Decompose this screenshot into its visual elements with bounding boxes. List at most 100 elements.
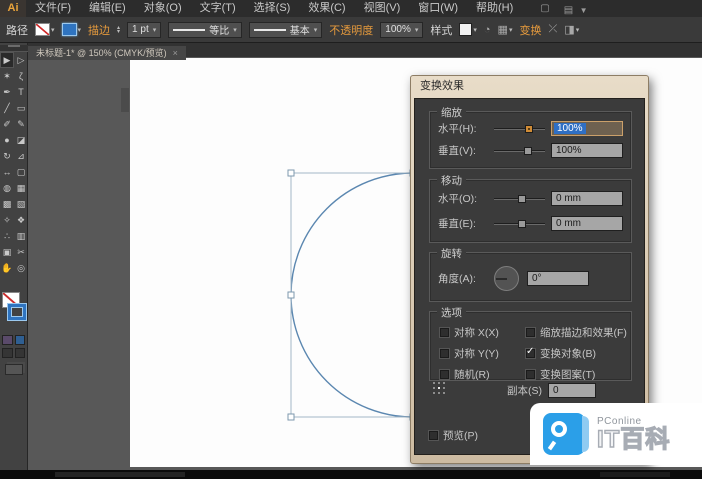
more-options-menu[interactable]: ◨ ▾ xyxy=(564,23,579,36)
profile-line-icon xyxy=(173,29,205,31)
checkbox-scale-strokes[interactable]: 缩放描边和效果(F) xyxy=(526,322,631,343)
menu-effect[interactable]: 效果(C) xyxy=(299,0,354,17)
slider-handle[interactable] xyxy=(518,195,526,203)
hand-tool[interactable]: ✋ xyxy=(0,260,14,276)
checkbox-label: 对称 X(X) xyxy=(454,325,499,340)
align-menu[interactable]: ▦ ▾ xyxy=(498,23,513,36)
pen-tool[interactable]: ✒ xyxy=(0,84,14,100)
perspective-grid-tool[interactable]: ▦ xyxy=(14,180,28,196)
checkbox-reflect-y[interactable]: 对称 Y(Y) xyxy=(440,343,526,364)
eraser-tool[interactable]: ◪ xyxy=(14,132,28,148)
scale-vertical-slider[interactable] xyxy=(494,146,545,156)
artboard-tool[interactable]: ▣ xyxy=(0,244,14,260)
copies-field[interactable]: 0 xyxy=(548,383,596,398)
menu-select[interactable]: 选择(S) xyxy=(245,0,300,17)
checkbox-label: 变换图案(T) xyxy=(540,367,595,382)
fill-color-picker[interactable]: ▾ xyxy=(35,23,55,36)
move-legend: 移动 xyxy=(437,173,466,188)
move-horizontal-slider[interactable] xyxy=(494,194,545,204)
menu-file[interactable]: 文件(F) xyxy=(26,0,80,17)
isolate-icon[interactable]: ⤫ xyxy=(548,23,557,36)
opacity-combo[interactable]: 100% ▾ xyxy=(380,22,423,38)
angle-field[interactable]: 0° xyxy=(527,271,589,286)
stroke-panel-link[interactable]: 描边 xyxy=(88,22,110,38)
move-horizontal-field[interactable]: 0 mm xyxy=(551,191,623,206)
scale-vertical-field[interactable]: 100% xyxy=(551,143,623,158)
preview-label: 预览(P) xyxy=(443,428,478,443)
document-tab[interactable]: 未标题-1* @ 150% (CMYK/预览) × xyxy=(28,46,186,60)
taskbar-segment xyxy=(600,472,670,477)
menu-type[interactable]: 文字(T) xyxy=(191,0,245,17)
type-tool[interactable]: T xyxy=(14,84,28,100)
workspace-switcher[interactable]: ▤ ▼ xyxy=(564,0,588,18)
tools-panel: ▶▷✶ζ✒T╱▭✐✎●◪↻⊿↔▢◍▦▩▧✧❖∴▥▣✂✋◎ xyxy=(0,43,28,470)
stroke-color-picker[interactable]: ▾ xyxy=(62,23,82,36)
transform-panel-link[interactable]: 变换 xyxy=(519,22,541,38)
menu-edit[interactable]: 编辑(E) xyxy=(80,0,135,17)
scale-horizontal-field[interactable]: 100% xyxy=(551,121,623,136)
rectangle-tool[interactable]: ▭ xyxy=(14,100,28,116)
magnifier-icon xyxy=(551,421,567,437)
slider-handle[interactable] xyxy=(524,147,532,155)
gradient-mode-button[interactable] xyxy=(15,335,26,345)
recolor-artwork-icon[interactable]: ◔ xyxy=(484,24,491,36)
free-transform-tool[interactable]: ▢ xyxy=(14,164,28,180)
menu-help[interactable]: 帮助(H) xyxy=(467,0,522,17)
style-picker[interactable]: ▾ xyxy=(459,23,477,36)
eyedropper-tool[interactable]: ✧ xyxy=(0,212,14,228)
gradient-tool[interactable]: ▧ xyxy=(14,196,28,212)
direct-selection-tool[interactable]: ▷ xyxy=(14,52,28,68)
checkbox-transform-objects[interactable]: ✓ 变换对象(B) xyxy=(526,343,631,364)
slider-handle[interactable] xyxy=(525,125,533,133)
selection-tool[interactable]: ▶ xyxy=(0,52,14,68)
none-mode-button[interactable] xyxy=(2,348,13,358)
width-tool[interactable]: ↔ xyxy=(0,164,14,180)
paintbrush-tool[interactable]: ✐ xyxy=(0,116,14,132)
blend-tool[interactable]: ❖ xyxy=(14,212,28,228)
stroke-proxy-active[interactable] xyxy=(8,304,26,320)
slice-tool[interactable]: ✂ xyxy=(14,244,28,260)
profile-label: 等比 xyxy=(209,22,229,37)
panel-collapse-grip[interactable] xyxy=(0,45,28,52)
brush-definition-combo[interactable]: 基本 ▾ xyxy=(249,22,323,38)
width-profile-combo[interactable]: 等比 ▾ xyxy=(168,22,242,38)
stroke-weight-stepper[interactable]: ▴▾ xyxy=(117,26,120,34)
scale-tool[interactable]: ⊿ xyxy=(14,148,28,164)
brush-label: 基本 xyxy=(290,22,310,37)
magic-wand-tool[interactable]: ✶ xyxy=(0,68,14,84)
menu-window[interactable]: 窗口(W) xyxy=(409,0,467,17)
rotate-tool[interactable]: ↻ xyxy=(0,148,14,164)
checkbox-transform-patterns[interactable]: 变换图案(T) xyxy=(526,364,631,385)
zoom-tool[interactable]: ◎ xyxy=(14,260,28,276)
color-mode-button[interactable] xyxy=(2,335,13,345)
checkbox-reflect-x[interactable]: 对称 X(X) xyxy=(440,322,526,343)
preview-checkbox[interactable]: 预览(P) xyxy=(429,428,478,443)
menu-view[interactable]: 视图(V) xyxy=(355,0,410,17)
lasso-tool[interactable]: ζ xyxy=(14,68,28,84)
screen-mode-button[interactable] xyxy=(5,364,23,375)
opacity-panel-link[interactable]: 不透明度 xyxy=(329,22,373,38)
angle-dial[interactable] xyxy=(494,266,519,291)
angle-label: 角度(A): xyxy=(438,271,494,286)
symbol-sprayer-tool[interactable]: ∴ xyxy=(0,228,14,244)
pencil-tool[interactable]: ✎ xyxy=(14,116,28,132)
move-vertical-field[interactable]: 0 mm xyxy=(551,216,623,231)
drawing-mode-button[interactable] xyxy=(15,348,26,358)
menu-object[interactable]: 对象(O) xyxy=(135,0,191,17)
dialog-title[interactable]: 变换效果 xyxy=(411,76,648,97)
checkbox-random[interactable]: 随机(R) xyxy=(440,364,526,385)
control-bar: 路径 ▾ ▾ 描边 ▴▾ 1 pt ▾ 等比 ▾ 基本 ▾ 不透明度 100% … xyxy=(0,17,702,43)
move-group: 移动 水平(O): 0 mm 垂直(E): 0 mm xyxy=(429,179,632,243)
scale-legend: 缩放 xyxy=(437,105,466,120)
shape-builder-tool[interactable]: ◍ xyxy=(0,180,14,196)
mesh-tool[interactable]: ▩ xyxy=(0,196,14,212)
scale-horizontal-slider[interactable] xyxy=(494,124,545,134)
stroke-weight-combo[interactable]: 1 pt ▾ xyxy=(127,22,161,38)
slider-handle[interactable] xyxy=(518,220,526,228)
move-vertical-slider[interactable] xyxy=(494,219,545,229)
close-icon[interactable]: × xyxy=(173,48,178,58)
arrange-documents-icon[interactable]: ▢ xyxy=(540,3,549,14)
column-graph-tool[interactable]: ▥ xyxy=(14,228,28,244)
blob-brush-tool[interactable]: ● xyxy=(0,132,14,148)
line-tool[interactable]: ╱ xyxy=(0,100,14,116)
